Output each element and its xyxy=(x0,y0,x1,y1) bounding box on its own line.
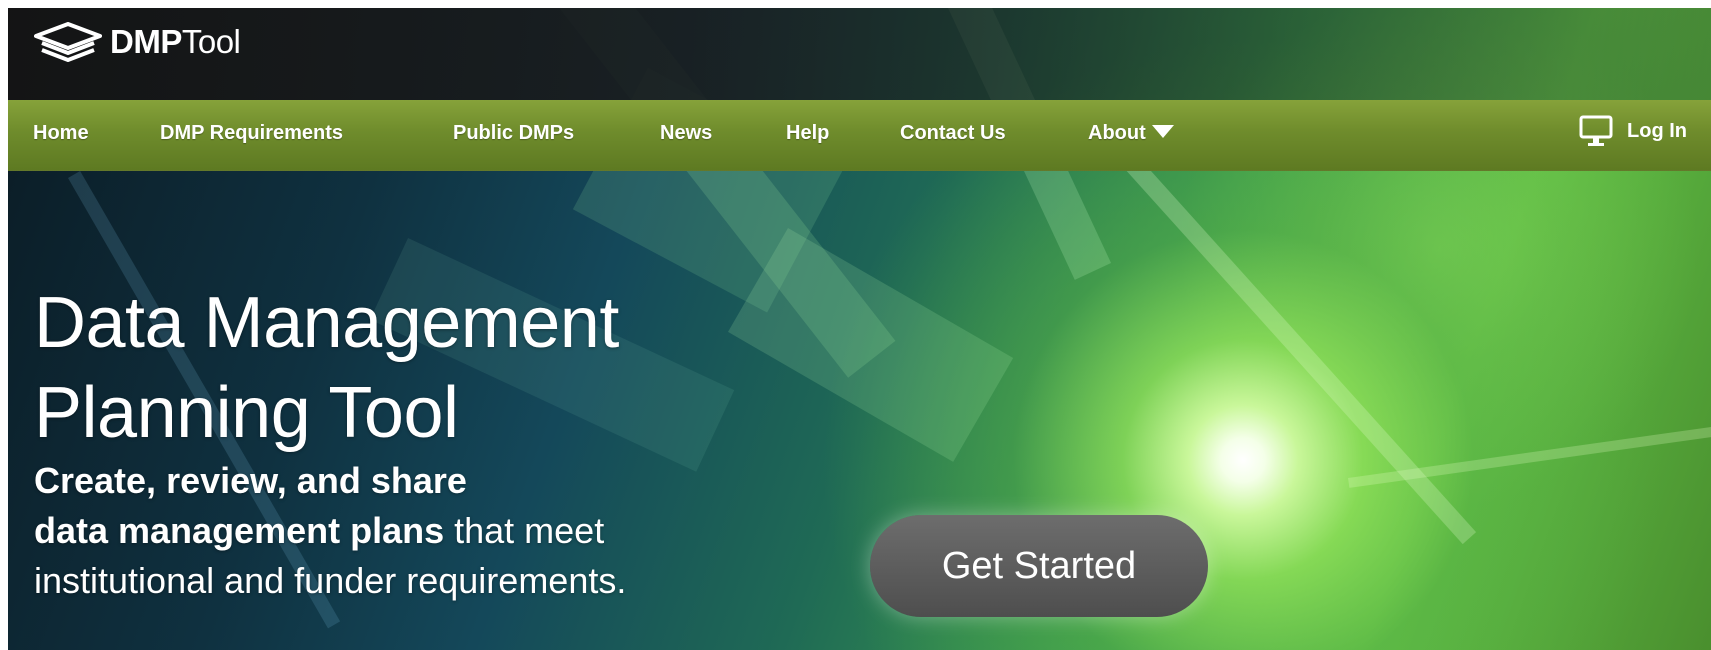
caret-down-icon xyxy=(1151,125,1174,139)
main-nav: Home DMP Requirements Public DMPs News H… xyxy=(8,100,1711,171)
nav-home[interactable]: Home xyxy=(33,122,89,145)
logo-text: DMPTool xyxy=(110,23,241,60)
light-streak xyxy=(1088,115,1477,545)
hero-title-line1: Data Management xyxy=(34,283,619,363)
hero-sub-line2-bold: data management plans xyxy=(34,510,445,551)
hero-title: Data Management Planning Tool xyxy=(34,278,619,458)
hero-sub-line3: institutional and funder requirements. xyxy=(34,560,627,601)
nav-help[interactable]: Help xyxy=(786,122,829,145)
hero-sub-line1: Create, review, and share xyxy=(34,460,467,501)
nav-news[interactable]: News xyxy=(660,122,712,145)
hero-title-line2: Planning Tool xyxy=(34,373,459,453)
nav-about-label: About xyxy=(1088,122,1146,144)
nav-public-dmps[interactable]: Public DMPs xyxy=(453,122,574,145)
nav-dmp-requirements[interactable]: DMP Requirements xyxy=(160,122,343,145)
login-button[interactable]: Log In xyxy=(1579,114,1687,148)
nav-about[interactable]: About xyxy=(1088,122,1174,145)
stacked-layers-icon xyxy=(34,22,102,62)
header-bar: DMPTool xyxy=(8,8,1711,100)
login-label: Log In xyxy=(1627,119,1687,142)
logo-link[interactable]: DMPTool xyxy=(34,22,241,62)
get-started-button[interactable]: Get Started xyxy=(870,515,1208,617)
hero-banner: DMPTool Home DMP Requirements Public DMP… xyxy=(8,8,1711,650)
monitor-icon xyxy=(1579,115,1613,146)
hero-subtitle: Create, review, and share data managemen… xyxy=(34,456,626,606)
nav-contact-us[interactable]: Contact Us xyxy=(900,122,1006,145)
hero-sub-line2-rest: that meet xyxy=(444,510,605,551)
light-streak xyxy=(728,228,1014,462)
